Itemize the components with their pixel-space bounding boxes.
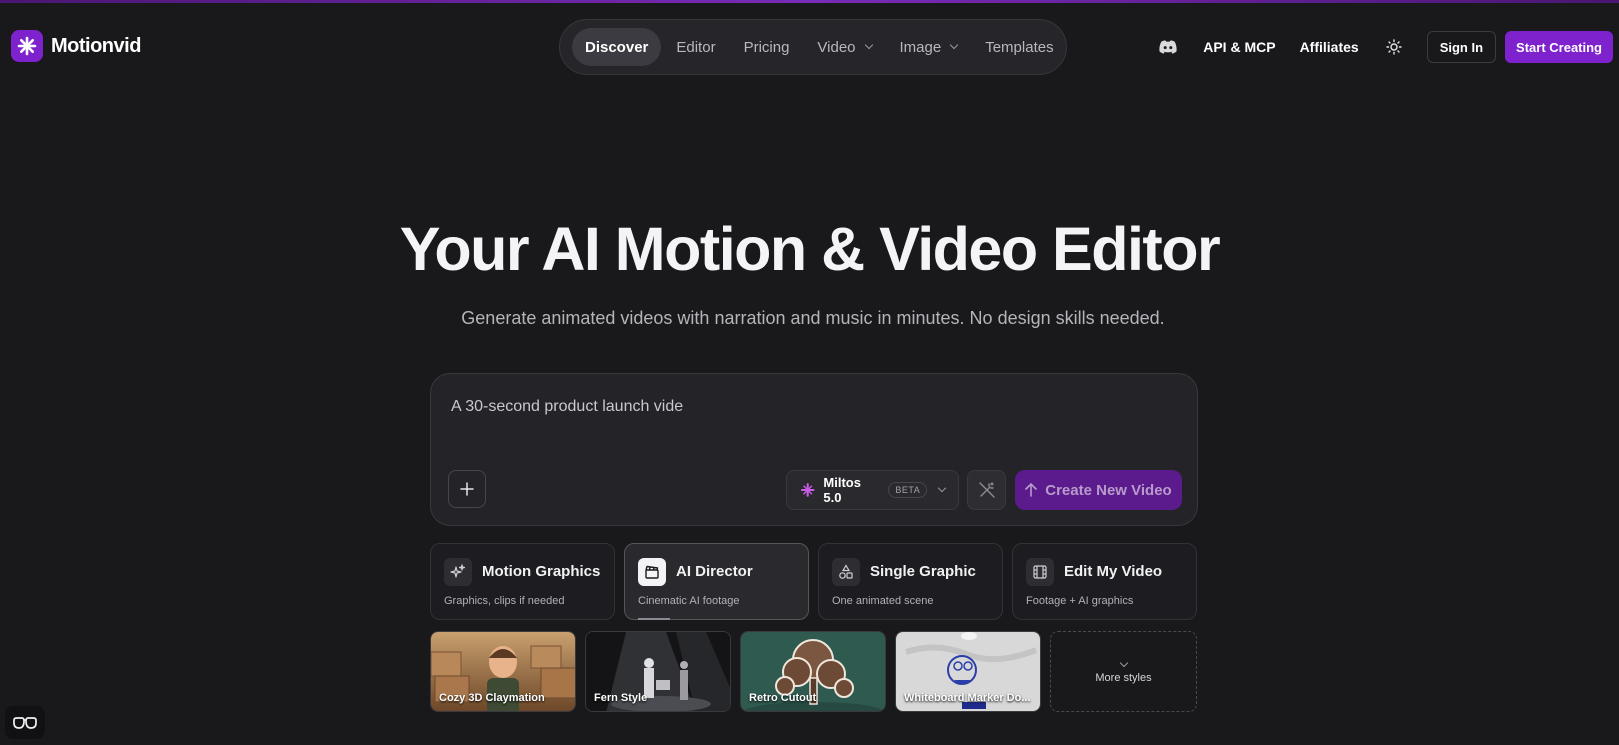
chevron-down-icon xyxy=(864,40,873,50)
page-title: Your AI Motion & Video Editor xyxy=(399,215,1221,283)
model-select[interactable]: Miltos 5.0 BETA xyxy=(786,470,959,510)
attach-button[interactable] xyxy=(448,470,486,508)
prompt-input[interactable]: A 30-second product launch vide xyxy=(451,398,683,416)
mode-card-ai-director[interactable]: AI Director Cinematic AI footage xyxy=(624,543,809,620)
sun-icon[interactable] xyxy=(1379,32,1409,62)
logo-asterisk-icon xyxy=(11,30,43,62)
arrow-up-icon xyxy=(1025,483,1038,497)
nav-editor[interactable]: Editor xyxy=(663,28,728,66)
style-card-fern[interactable]: Fern Style xyxy=(585,631,731,712)
shapes-icon xyxy=(832,558,860,586)
page-subtitle: Generate animated videos with narration … xyxy=(461,308,1165,328)
style-label: Cozy 3D Claymation xyxy=(439,692,545,704)
more-styles-button[interactable]: More styles xyxy=(1050,631,1197,712)
chevron-down-icon xyxy=(1119,658,1128,667)
mode-card-single-graphic[interactable]: Single Graphic One animated scene xyxy=(818,543,1003,620)
nav-pricing[interactable]: Pricing xyxy=(731,28,803,66)
prompt-box: A 30-second product launch vide Miltos 5… xyxy=(430,373,1198,526)
brand-logo[interactable]: Motionvid xyxy=(11,30,141,62)
create-video-button[interactable]: Create New Video xyxy=(1015,470,1182,510)
nav-pricing-label: Pricing xyxy=(743,38,790,56)
top-accent-line xyxy=(0,0,1619,3)
chevron-down-icon xyxy=(937,483,947,493)
enhance-prompt-button[interactable] xyxy=(967,470,1006,510)
sign-in-button[interactable]: Sign In xyxy=(1426,31,1497,63)
style-card-claymation[interactable]: Cozy 3D Claymation xyxy=(430,631,576,712)
model-name: Miltos 5.0 xyxy=(823,475,861,505)
style-label: Retro Cutout xyxy=(749,692,817,704)
sparkles-icon xyxy=(444,558,472,586)
nav-templates[interactable]: Templates xyxy=(972,28,1066,66)
create-video-label: Create New Video xyxy=(1045,481,1172,499)
mode-subtitle: Graphics, clips if needed xyxy=(444,595,565,607)
nav-video[interactable]: Video xyxy=(804,28,884,66)
brand-name: Motionvid xyxy=(51,34,141,57)
nav-discover-label: Discover xyxy=(585,38,649,56)
glasses-button[interactable] xyxy=(5,706,45,739)
mode-subtitle: One animated scene xyxy=(832,595,934,607)
discord-icon[interactable] xyxy=(1153,32,1183,62)
nav-video-label: Video xyxy=(817,38,856,56)
header-actions: API & MCP Affiliates Sign In Start Creat… xyxy=(1153,31,1613,63)
mode-title: Edit My Video xyxy=(1064,563,1163,580)
style-card-whiteboard[interactable]: Whiteboard Marker Do... xyxy=(895,631,1041,712)
main-nav: Discover Editor Pricing Video Image Temp… xyxy=(559,19,1067,75)
style-gallery: Cozy 3D Claymation Fern Style Retro Cuto… xyxy=(430,631,1197,712)
more-styles-label: More styles xyxy=(1095,671,1152,684)
mode-subtitle: Cinematic AI footage xyxy=(638,595,740,607)
affiliates-link[interactable]: Affiliates xyxy=(1300,39,1359,55)
model-sparkle-icon xyxy=(800,483,815,497)
clapperboard-icon xyxy=(638,558,666,586)
style-label: Whiteboard Marker Do... xyxy=(904,692,1031,704)
magic-wand-icon xyxy=(978,482,995,498)
nav-editor-label: Editor xyxy=(676,38,716,56)
mode-title: Single Graphic xyxy=(870,563,976,580)
nav-image-label: Image xyxy=(899,38,942,56)
plus-icon xyxy=(460,482,474,496)
nav-image[interactable]: Image xyxy=(887,28,971,66)
mode-card-motion-graphics[interactable]: Motion Graphics Graphics, clips if neede… xyxy=(430,543,615,620)
start-creating-button[interactable]: Start Creating xyxy=(1505,31,1613,63)
start-creating-label: Start Creating xyxy=(1516,39,1602,55)
film-icon xyxy=(1026,558,1054,586)
beta-badge: BETA xyxy=(888,482,928,498)
mode-title: Motion Graphics xyxy=(482,563,601,580)
style-label: Fern Style xyxy=(594,692,648,704)
chevron-down-icon xyxy=(949,40,959,50)
glasses-icon xyxy=(13,716,37,729)
style-card-retro-cutout[interactable]: Retro Cutout xyxy=(740,631,886,712)
api-mcp-link[interactable]: API & MCP xyxy=(1203,39,1275,55)
nav-templates-label: Templates xyxy=(985,38,1054,56)
sign-in-label: Sign In xyxy=(1439,39,1484,55)
mode-title: AI Director xyxy=(676,563,753,580)
mode-selector: Motion Graphics Graphics, clips if neede… xyxy=(430,543,1197,620)
nav-discover[interactable]: Discover xyxy=(572,28,662,66)
mode-card-edit-my-video[interactable]: Edit My Video Footage + AI graphics xyxy=(1012,543,1197,620)
active-indicator xyxy=(638,618,670,620)
mode-subtitle: Footage + AI graphics xyxy=(1026,595,1134,607)
